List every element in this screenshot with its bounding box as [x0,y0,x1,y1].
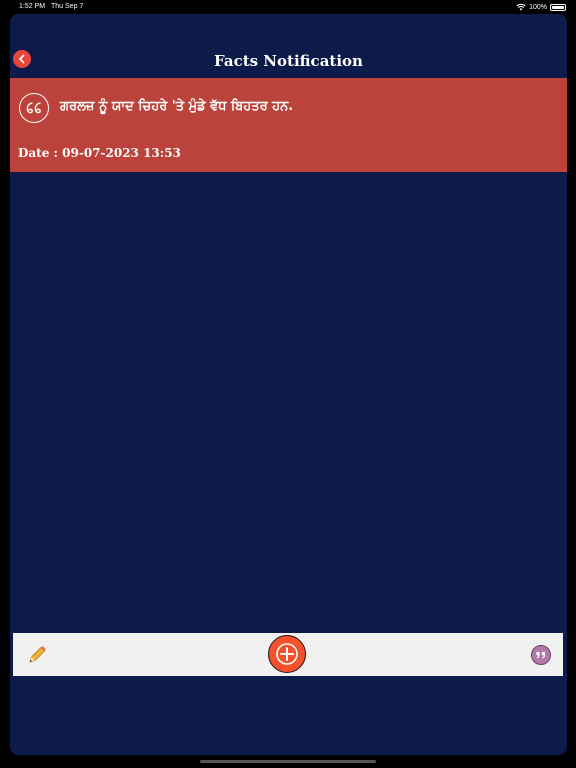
home-indicator [200,760,376,763]
fact-date: Date : 09-07-2023 13:53 [18,146,181,160]
quote-button[interactable] [531,645,551,665]
fact-quote-badge [19,93,49,123]
app-window: Facts Notification ਗਰਲਜ਼ ਨੂੰ ਯਾਦ ਚਿਹਰੇ '… [10,14,567,755]
status-time: 1:52 PM [19,3,46,10]
plus-icon [276,643,298,665]
quote-icon [26,102,41,114]
battery-level: 100% [529,3,547,11]
page-title: Facts Notification [214,52,363,70]
battery-icon [550,3,566,11]
bottom-toolbar [13,633,563,676]
status-indicators: 100% [516,3,566,11]
pencil-icon [29,646,46,663]
status-date: Thu Sep 7 [51,3,84,10]
header: Facts Notification [10,14,567,78]
wifi-icon [516,3,526,11]
quote-icon [536,652,545,659]
fact-text: ਗਰਲਜ਼ ਨੂੰ ਯਾਦ ਚਿਹਰੇ 'ਤੇ ਮੁੰਡੇ ਵੱਧ ਬਿਹਤਰ … [60,99,294,114]
edit-button[interactable] [25,643,49,667]
add-button[interactable] [268,635,306,673]
status-bar: 1:52 PM Thu Sep 7 100% [0,0,576,14]
